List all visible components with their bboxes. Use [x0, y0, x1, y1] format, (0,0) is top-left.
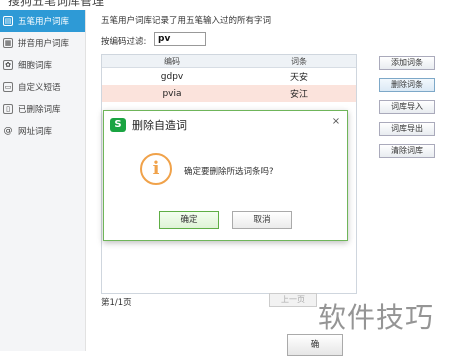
pinyin-dict-icon: ▦	[3, 38, 13, 48]
filter-input[interactable]	[154, 32, 206, 46]
delete-confirm-dialog: S 删除自造词 × i 确定要删除所选词条吗? 确定 取消	[103, 110, 348, 241]
cell-word: 安江	[289, 90, 308, 100]
sidebar-item-label: 细胞词库	[18, 61, 53, 71]
watermark: 软件技巧	[318, 301, 435, 334]
phrase-icon: ▭	[3, 82, 13, 92]
sidebar-item-deleted[interactable]: ▯ 已删除词库	[0, 98, 85, 120]
table-row-selected[interactable]: pvia 安江	[102, 85, 356, 102]
sidebar-item-label: 五笔用户词库	[18, 17, 70, 27]
description-text: 五笔用户词库记录了用五笔输入过的所有字词	[101, 16, 272, 26]
dialog-title: 删除自造词	[132, 119, 187, 132]
sidebar-item-cell[interactable]: ✿ 细胞词库	[0, 54, 85, 76]
sidebar-item-wubi[interactable]: ▤ 五笔用户词库	[0, 10, 85, 32]
sidebar-item-label: 网址词库	[18, 127, 53, 137]
confirm-button[interactable]: 确定	[159, 211, 219, 229]
trash-icon: ▯	[3, 104, 13, 114]
import-dict-button[interactable]: 词库导入	[379, 100, 435, 114]
dialog-message: 确定要删除所选词条吗?	[184, 167, 274, 177]
page-info: 第1/1页	[101, 298, 132, 308]
sogou-logo-icon: S	[110, 118, 126, 132]
export-dict-button[interactable]: 词库导出	[379, 122, 435, 136]
dialog-title-bar: S 删除自造词	[110, 117, 187, 133]
sidebar-item-label: 已删除词库	[18, 105, 61, 115]
info-icon: i	[140, 153, 172, 185]
window-title: 搜狗五笔词库管理	[8, 0, 105, 8]
cell-code: pvia	[162, 88, 182, 99]
cancel-button[interactable]: 取消	[232, 211, 292, 229]
cell-dict-icon: ✿	[3, 60, 13, 70]
add-entry-button[interactable]: 添加词条	[379, 56, 435, 70]
sidebar: ▤ 五笔用户词库 ▦ 拼音用户词库 ✿ 细胞词库 ▭ 自定义短语 ▯ 已删除词库…	[0, 10, 86, 351]
column-header-word[interactable]: 词条	[242, 55, 356, 67]
table-row[interactable]: gdpv 天安	[102, 68, 356, 85]
sidebar-item-label: 拼音用户词库	[18, 39, 70, 49]
at-icon: @	[3, 126, 13, 136]
wubi-dict-icon: ▤	[3, 16, 13, 26]
table-header: 编码 词条	[102, 55, 356, 68]
delete-entry-button[interactable]: 删除词条	[379, 78, 435, 92]
clear-dict-button[interactable]: 清除词库	[379, 144, 435, 158]
sidebar-item-phrase[interactable]: ▭ 自定义短语	[0, 76, 85, 98]
cell-word: 天安	[289, 73, 308, 83]
sidebar-item-pinyin[interactable]: ▦ 拼音用户词库	[0, 32, 85, 54]
sidebar-item-url[interactable]: @ 网址词库	[0, 120, 85, 142]
filter-label: 按编码过滤:	[101, 37, 147, 47]
cell-code: gdpv	[160, 71, 184, 82]
close-icon[interactable]: ×	[331, 117, 341, 127]
sidebar-item-label: 自定义短语	[18, 83, 61, 93]
column-header-code[interactable]: 编码	[102, 55, 242, 67]
prev-page-button[interactable]: 上一页	[269, 293, 317, 307]
